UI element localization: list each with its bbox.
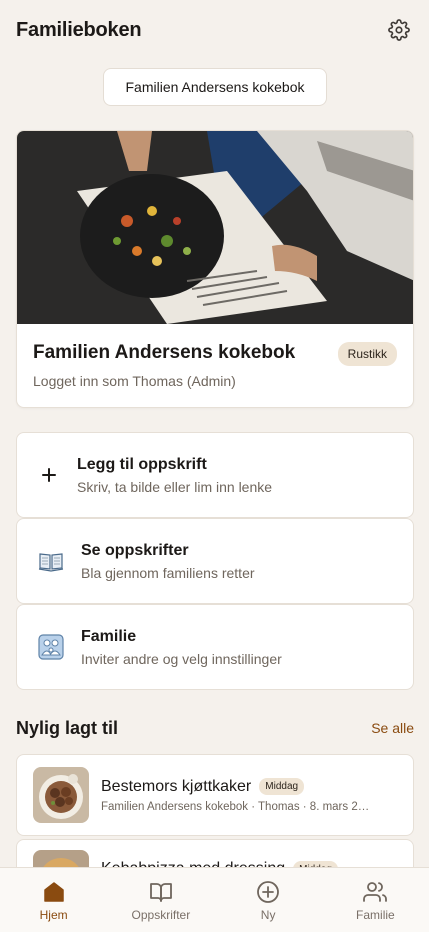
family-card[interactable]: Familie Inviter andre og velg innstillin…: [16, 604, 414, 690]
gear-icon: [388, 19, 410, 41]
view-recipes-card[interactable]: Se oppskrifter Bla gjennom familiens ret…: [16, 518, 414, 604]
recipe-list-item[interactable]: Bestemors kjøttkaker Middag Familien And…: [16, 754, 414, 836]
nav-recipes[interactable]: Oppskrifter: [111, 880, 211, 922]
action-title: Se oppskrifter: [81, 541, 189, 559]
nav-family[interactable]: Familie: [325, 880, 425, 922]
cookbook-photo: [17, 131, 413, 324]
app-title: Familieboken: [16, 18, 142, 41]
nav-label: Hjem: [39, 908, 68, 922]
nav-new[interactable]: Ny: [218, 880, 318, 922]
action-title: Legg til oppskrift: [77, 455, 207, 473]
action-subtitle: Skriv, ta bilde eller lim inn lenke: [77, 478, 273, 495]
book-icon: [149, 883, 172, 902]
action-subtitle: Inviter andre og velg innstillinger: [81, 650, 282, 667]
recipe-thumbnail: [33, 767, 89, 823]
add-recipe-card[interactable]: Legg til oppskrift Skriv, ta bilde eller…: [16, 432, 414, 518]
category-badge: Middag: [259, 778, 305, 795]
nav-home[interactable]: Hjem: [4, 880, 104, 922]
section-title: Nylig lagt til: [16, 717, 119, 738]
login-status: Logget inn som Thomas (Admin): [33, 373, 236, 389]
see-all-link[interactable]: Se alle: [371, 720, 414, 736]
recipe-title: Bestemors kjøttkaker: [101, 777, 252, 795]
open-book-icon: [38, 553, 64, 572]
home-icon: [43, 882, 64, 902]
bottom-navigation: Hjem Oppskrifter Ny Familie: [0, 867, 429, 932]
cookbook-switcher-button[interactable]: Familien Andersens kokebok: [103, 68, 327, 106]
recent-section-header: Nylig lagt til Se alle: [16, 714, 414, 742]
action-title: Familie: [81, 627, 137, 645]
nav-label: Familie: [356, 908, 395, 922]
recipe-meta: Familien Andersens kokebok · Thomas · 8.…: [101, 800, 370, 813]
settings-button[interactable]: [385, 16, 413, 44]
family-icon: [38, 634, 64, 660]
nav-label: Ny: [260, 908, 276, 922]
action-subtitle: Bla gjennom familiens retter: [81, 564, 255, 581]
users-icon: [363, 882, 388, 902]
nav-label: Oppskrifter: [131, 908, 191, 922]
cookbook-hero-card: Familien Andersens kokebok Logget inn so…: [16, 130, 414, 408]
plus-icon: [42, 468, 56, 482]
plus-circle-icon: [257, 881, 280, 903]
app-header: Familieboken: [0, 0, 429, 60]
style-badge: Rustikk: [337, 342, 397, 366]
